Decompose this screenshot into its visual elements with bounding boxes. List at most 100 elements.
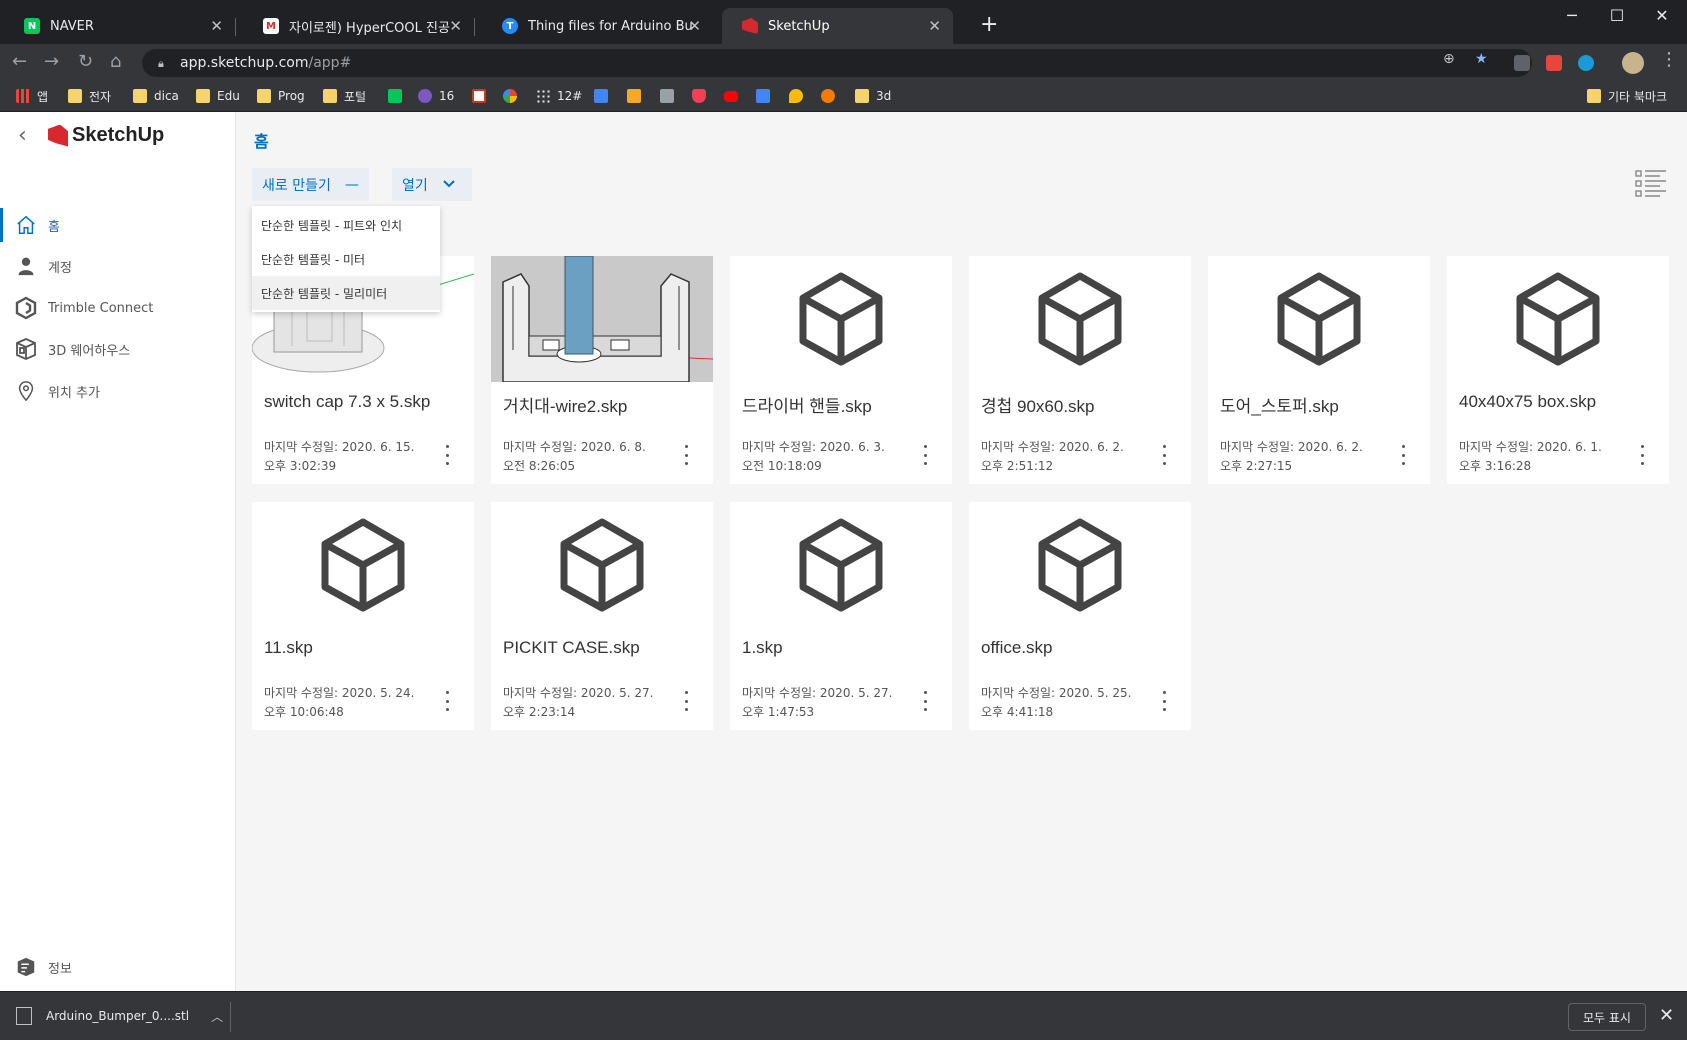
address-bar[interactable]: 🔒︎ app.sketchup.com/app# [142,49,1532,77]
more-vertical-icon[interactable] [444,691,450,711]
file-name[interactable]: 드라이버 핸들.skp [742,392,872,417]
file-name[interactable]: PICKIT CASE.skp [503,638,640,658]
more-vertical-icon[interactable] [922,445,928,465]
file-card[interactable]: office.skp 마지막 수정일: 2020. 5. 25. 오후 4:41… [969,502,1191,730]
close-icon[interactable]: ✕ [1659,1005,1674,1026]
file-card[interactable]: 도어_스토퍼.skp 마지막 수정일: 2020. 6. 2. 오후 2:27:… [1208,256,1430,484]
back-arrow-icon[interactable]: ← [12,52,27,72]
bookmark-photos[interactable] [503,87,524,105]
close-icon[interactable]: ✕ [210,17,223,35]
minimize-icon[interactable]: ─ [1552,6,1592,25]
bookmark-calendar[interactable] [594,87,615,105]
tab-gmail[interactable]: M 자이로젠) HyperCOOL 진공 센서 ✕ [243,8,475,44]
close-icon[interactable]: ✕ [688,17,701,35]
menu-item-template-feet-inches[interactable]: 단순한 템플릿 - 피트와 인치 [252,208,440,242]
bookmark-naver[interactable] [388,87,409,105]
bookmark-swirl[interactable] [821,87,842,105]
menu-item-template-millimeters[interactable]: 단순한 템플릿 - 밀리미터 [252,276,440,310]
more-vertical-icon[interactable] [1639,445,1645,465]
file-card[interactable]: 40x40x75 box.skp 마지막 수정일: 2020. 6. 1. 오후… [1447,256,1669,484]
bookmark-apps[interactable]: 앱 [16,87,48,105]
other-bookmarks[interactable]: 기타 북마크 [1587,87,1667,105]
bookmark-r[interactable] [627,87,648,105]
forward-arrow-icon[interactable]: → [44,52,59,72]
close-icon[interactable]: ✕ [449,17,462,35]
bookmark-folder[interactable]: 포털 [323,87,366,105]
pocket-icon [692,89,706,103]
shelf-divider [230,1002,231,1032]
gmail-icon [472,89,486,103]
more-vertical-icon[interactable] [1400,445,1406,465]
youtube-icon [724,90,738,102]
sidebar-item-3d-warehouse[interactable]: 3D 웨어하우스 [0,332,235,366]
reload-icon[interactable]: ↻ [78,52,93,72]
show-all-button[interactable]: 모두 표시 [1568,1003,1646,1031]
bookmark-star-icon[interactable]: ★ [1475,51,1488,67]
more-vertical-icon[interactable] [1161,691,1167,711]
new-button[interactable]: 새로 만들기 — [252,168,369,201]
open-button[interactable]: 열기 [392,168,472,201]
file-name[interactable]: 경첩 90x60.skp [981,392,1095,417]
more-vertical-icon[interactable] [683,445,689,465]
file-name[interactable]: 거치대-wire2.skp [503,392,627,417]
browser-tab-strip: N NAVER ✕ M 자이로젠) HyperCOOL 진공 센서 ✕ T Th… [0,0,1687,50]
tab-naver[interactable]: N NAVER ✕ [4,8,236,44]
close-icon[interactable]: ✕ [928,17,941,35]
sidebar-item-add-location[interactable]: 위치 추가 [0,374,235,408]
chevron-up-icon[interactable]: ︿ [211,1008,223,1025]
tab-sketchup[interactable]: SketchUp ✕ [722,8,953,44]
bookmark-folder[interactable]: Prog [257,87,305,105]
file-name[interactable]: 11.skp [264,638,313,658]
sidebar-item-trimble-connect[interactable]: Trimble Connect [0,291,235,325]
menu-item-template-meters[interactable]: 단순한 템플릿 - 미터 [252,242,440,276]
file-card[interactable]: 11.skp 마지막 수정일: 2020. 5. 24. 오후 10:06:48 [252,502,474,730]
breadcrumb[interactable]: 홈 [254,128,269,152]
file-card[interactable]: PICKIT CASE.skp 마지막 수정일: 2020. 5. 27. 오후… [491,502,713,730]
add-icon[interactable]: ⊕ [1443,51,1455,67]
file-name[interactable]: 1.skp [742,638,783,658]
avatar[interactable] [1622,52,1644,74]
file-card[interactable]: 1.skp 마지막 수정일: 2020. 5. 27. 오후 1:47:53 [730,502,952,730]
file-card[interactable]: 거치대-wire2.skp 마지막 수정일: 2020. 6. 8. 오전 8:… [491,256,713,484]
bookmark-translate[interactable] [756,87,777,105]
file-name[interactable]: office.skp [981,638,1053,658]
maximize-icon[interactable]: ☐ [1597,6,1637,25]
sketchup-logo[interactable]: SketchUp [48,124,164,147]
file-name[interactable]: 도어_스토퍼.skp [1220,392,1339,417]
download-item[interactable]: Arduino_Bumper_0....stl ︿ [16,1000,223,1032]
apps-icon [16,89,30,103]
bookmark-youtube[interactable] [724,87,745,105]
more-vertical-icon[interactable] [683,691,689,711]
d-icon [418,89,432,103]
file-name[interactable]: switch cap 7.3 x 5.skp [264,392,430,412]
file-card[interactable]: 경첩 90x60.skp 마지막 수정일: 2020. 6. 2. 오후 2:5… [969,256,1191,484]
bookmark-folder[interactable]: 3d [855,87,891,105]
bookmark-folder[interactable]: Edu [196,87,240,105]
bookmark-folder[interactable]: 전자 [68,87,111,105]
tab-thingiverse[interactable]: T Thing files for Arduino Bumper ✕ [482,8,713,44]
list-view-icon[interactable] [1634,168,1668,198]
chevron-left-icon[interactable]: ‹ [18,123,27,148]
bookmark-dots[interactable]: 12# [536,87,582,105]
file-card[interactable]: 드라이버 핸들.skp 마지막 수정일: 2020. 6. 3. 오전 10:1… [730,256,952,484]
more-vertical-icon[interactable]: ⋮ [1660,49,1678,70]
more-vertical-icon[interactable] [1161,445,1167,465]
extension-a-icon[interactable] [1514,55,1530,71]
sidebar-item-home[interactable]: 홈 [0,208,235,242]
sidebar-item-info[interactable]: 정보 [0,950,235,984]
office-icon[interactable] [1546,55,1562,71]
sidebar-item-account[interactable]: 계정 [0,249,235,283]
new-tab-button[interactable]: + [980,13,998,37]
bookmark-d[interactable]: 16 [418,87,454,105]
home-icon[interactable]: ⌂ [110,52,121,72]
extension-blue-icon[interactable] [1578,55,1594,71]
window-close-icon[interactable]: ✕ [1642,6,1682,25]
bookmark-maps[interactable] [789,87,810,105]
bookmark-print[interactable] [660,87,681,105]
bookmark-folder[interactable]: dica [133,87,179,105]
more-vertical-icon[interactable] [922,691,928,711]
bookmark-pocket[interactable] [692,87,713,105]
file-name[interactable]: 40x40x75 box.skp [1459,392,1596,412]
bookmark-gmail[interactable] [472,87,493,105]
more-vertical-icon[interactable] [444,445,450,465]
